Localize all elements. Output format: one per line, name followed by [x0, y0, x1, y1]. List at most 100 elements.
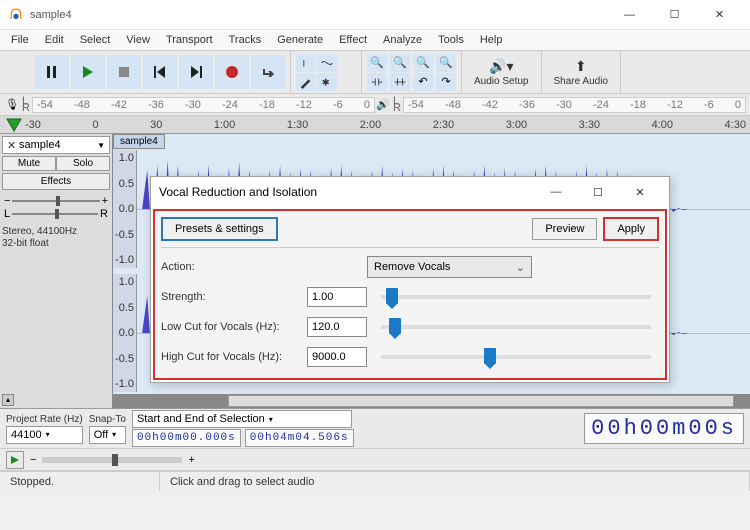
window-minimize-button[interactable]: — [607, 0, 652, 30]
menu-effect[interactable]: Effect [332, 32, 374, 48]
lowcut-label: Low Cut for Vocals (Hz): [161, 321, 301, 333]
track-name[interactable]: sample4 [19, 139, 97, 151]
playhead-icon[interactable] [6, 118, 22, 132]
upload-icon: ⬆ [575, 58, 587, 75]
mute-button[interactable]: Mute [2, 156, 56, 171]
dialog-minimize-button[interactable]: — [535, 178, 577, 206]
snap-to-select[interactable]: Off [89, 426, 126, 444]
play-button[interactable] [71, 55, 105, 89]
preview-button[interactable]: Preview [532, 218, 597, 240]
fit-project-button[interactable]: 🔍 [436, 54, 456, 72]
rec-meter-lr: LR [22, 98, 30, 112]
lowcut-slider[interactable] [381, 325, 651, 329]
loop-button[interactable] [251, 55, 285, 89]
presets-settings-button[interactable]: Presets & settings [161, 217, 278, 241]
strength-slider[interactable] [381, 295, 651, 299]
share-audio-label: Share Audio [554, 76, 609, 87]
window-close-button[interactable]: ✕ [697, 0, 742, 30]
menu-generate[interactable]: Generate [270, 32, 330, 48]
highcut-label: High Cut for Vocals (Hz): [161, 351, 301, 363]
dialog-maximize-button[interactable]: ☐ [577, 178, 619, 206]
selection-mode-select[interactable]: Start and End of Selection [132, 410, 352, 428]
playback-speed-slider[interactable] [42, 457, 182, 463]
mic-icon[interactable]: 🎙 [4, 98, 20, 111]
silence-button[interactable] [390, 73, 410, 91]
main-menu-bar: File Edit Select View Transport Tracks G… [0, 30, 750, 50]
play-meter-lr: LR [393, 98, 401, 112]
timeline-ruler[interactable]: -300301:001:302:002:303:003:304:004:30 [0, 116, 750, 134]
effects-button[interactable]: Effects [2, 173, 110, 190]
pan-left-label: L [4, 208, 10, 220]
zoom-out-button[interactable]: 🔍 [390, 54, 410, 72]
speaker-meter-icon[interactable]: 🔊 [375, 98, 391, 111]
project-rate-label: Project Rate (Hz) [6, 414, 83, 425]
multi-tool-button[interactable]: ✱ [317, 73, 337, 91]
audio-setup-button[interactable]: 🔊▾ Audio Setup [462, 51, 542, 93]
highcut-slider[interactable] [381, 355, 651, 359]
fit-selection-button[interactable]: 🔍 [413, 54, 433, 72]
track-close-button[interactable]: ✕ [7, 139, 19, 152]
gain-slider[interactable] [12, 200, 99, 202]
vocal-reduction-dialog: Vocal Reduction and Isolation — ☐ ✕ Pres… [150, 176, 670, 383]
playback-meter[interactable]: -54-48-42-36-30-24-18-12-60 [403, 97, 746, 113]
svg-text:I: I [303, 58, 306, 69]
selection-tool-button[interactable]: I [296, 54, 316, 72]
record-meter[interactable]: -54-48-42-36-30-24-18-12-60 [32, 97, 375, 113]
project-rate-select[interactable]: 44100 [6, 426, 83, 444]
pan-slider[interactable] [12, 213, 98, 215]
menu-help[interactable]: Help [473, 32, 510, 48]
skip-end-button[interactable] [179, 55, 213, 89]
menu-analyze[interactable]: Analyze [376, 32, 429, 48]
snap-to-label: Snap-To [89, 414, 126, 425]
apply-button[interactable]: Apply [603, 217, 659, 241]
window-maximize-button[interactable]: ☐ [652, 0, 697, 30]
speed-minus-icon: − [30, 454, 36, 466]
menu-view[interactable]: View [119, 32, 157, 48]
svg-text:✱: ✱ [322, 77, 330, 88]
solo-button[interactable]: Solo [56, 156, 110, 171]
speed-plus-icon: + [188, 454, 194, 466]
audio-setup-label: Audio Setup [474, 76, 529, 87]
skip-start-button[interactable] [143, 55, 177, 89]
selection-start-time[interactable]: 00h00m00.000s [132, 429, 241, 447]
audacity-logo-icon [8, 7, 24, 23]
menu-transport[interactable]: Transport [159, 32, 220, 48]
track-control-panel[interactable]: ✕ sample4 ▼ Mute Solo Effects − + L R Ster… [0, 134, 113, 408]
horizontal-scrollbar[interactable] [228, 395, 734, 407]
undo-button[interactable]: ↶ [413, 73, 433, 91]
play-at-speed-button[interactable] [6, 451, 24, 469]
selection-end-time[interactable]: 00h04m04.506s [245, 429, 354, 447]
pan-right-label: R [100, 208, 108, 220]
action-select[interactable]: Remove Vocals [367, 256, 532, 278]
clip-label[interactable]: sample4 [113, 134, 165, 149]
track-format-info: Stereo, 44100Hz 32-bit float [2, 226, 110, 250]
track-collapse-button[interactable]: ▴ [2, 394, 14, 406]
stop-button[interactable] [107, 55, 141, 89]
redo-button[interactable]: ↷ [436, 73, 456, 91]
window-title: sample4 [30, 9, 72, 21]
zoom-in-button[interactable]: 🔍 [367, 54, 387, 72]
menu-tools[interactable]: Tools [431, 32, 471, 48]
track-menu-button[interactable]: ▼ [97, 141, 105, 150]
menu-edit[interactable]: Edit [38, 32, 71, 48]
strength-label: Strength: [161, 291, 301, 303]
status-state: Stopped. [0, 472, 160, 491]
gain-minus-icon: − [4, 195, 10, 207]
share-audio-button[interactable]: ⬆ Share Audio [542, 51, 622, 93]
draw-tool-button[interactable] [296, 73, 316, 91]
record-button[interactable] [215, 55, 249, 89]
audio-position-time[interactable]: 00h00m00s [584, 413, 744, 444]
strength-input[interactable] [307, 287, 367, 307]
gain-plus-icon: + [102, 195, 108, 207]
action-label: Action: [161, 261, 301, 273]
menu-file[interactable]: File [4, 32, 36, 48]
dialog-close-button[interactable]: ✕ [619, 178, 661, 206]
pause-button[interactable] [35, 55, 69, 89]
menu-tracks[interactable]: Tracks [222, 32, 269, 48]
envelope-tool-button[interactable] [317, 54, 337, 72]
menu-select[interactable]: Select [73, 32, 118, 48]
dialog-title: Vocal Reduction and Isolation [159, 185, 535, 199]
highcut-input[interactable] [307, 347, 367, 367]
trim-button[interactable] [367, 73, 387, 91]
lowcut-input[interactable] [307, 317, 367, 337]
